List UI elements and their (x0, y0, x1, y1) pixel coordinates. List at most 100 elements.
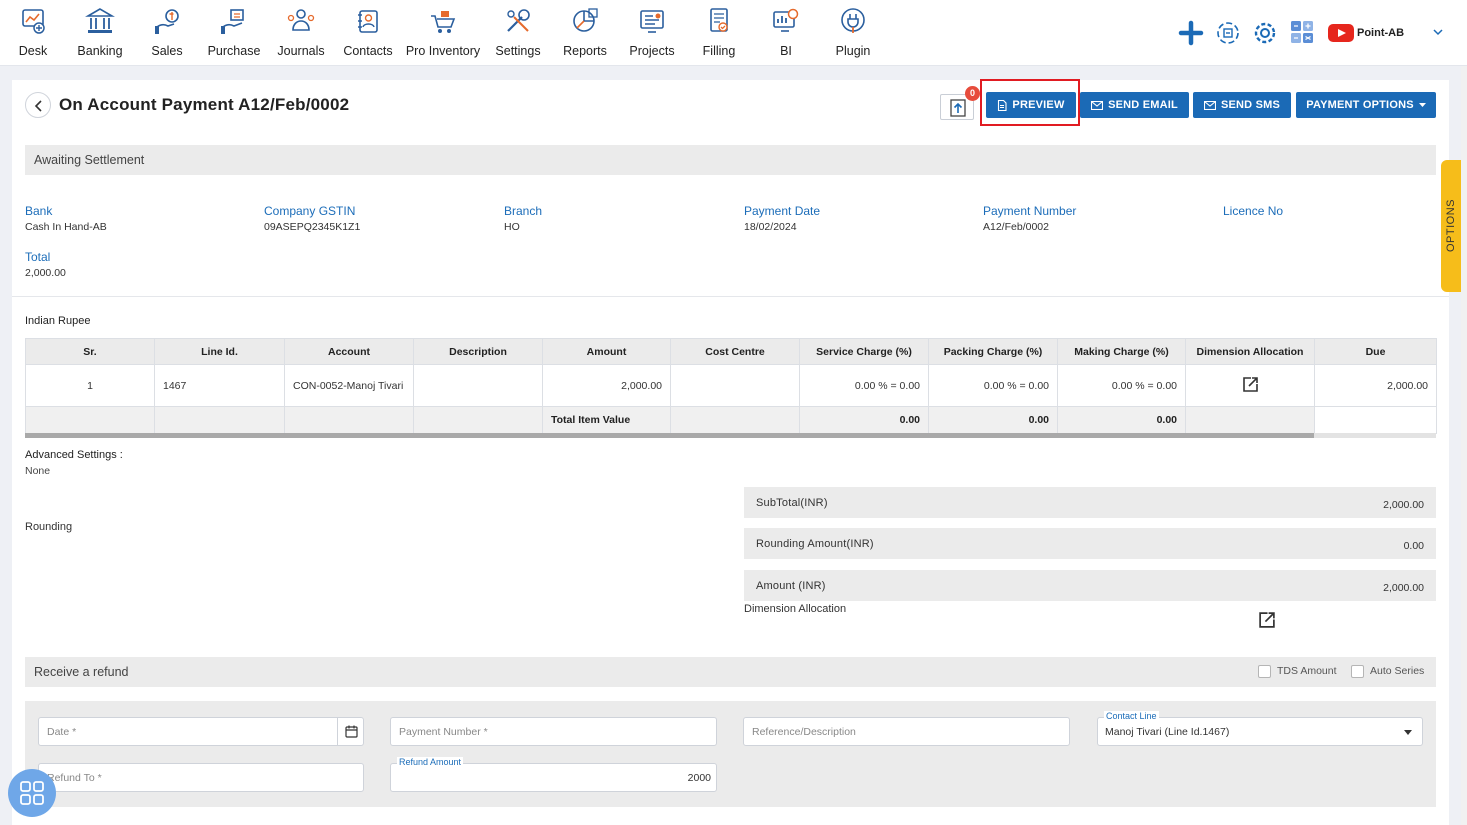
nav-bi[interactable]: BI (753, 6, 819, 62)
column-header: Dimension Allocation (1185, 338, 1315, 365)
nav-label: Desk (18, 44, 48, 58)
scroll-track (1314, 433, 1436, 438)
tds-amount-checkbox[interactable] (1258, 665, 1271, 678)
contact-line-value: Manoj Tivari (Line Id.1467) (1105, 726, 1230, 738)
payment-options-label: PAYMENT OPTIONS (1306, 99, 1414, 111)
nav-pro-inventory[interactable]: Pro Inventory (404, 6, 482, 62)
amount-label: Amount (INR) (756, 580, 826, 592)
send-sms-button[interactable]: SEND SMS (1193, 92, 1291, 118)
attachment-count-badge: 0 (965, 86, 980, 101)
quick-menu-button[interactable] (8, 769, 56, 817)
refund-to-input[interactable]: Refund To * (38, 763, 364, 792)
amount-value: 2,000.00 (1383, 582, 1424, 594)
settings-button[interactable] (1252, 20, 1278, 46)
nav-projects[interactable]: Projects (619, 6, 685, 62)
reference-description-input[interactable]: Reference/Description (743, 717, 1070, 746)
payment-date-label: Payment Date (744, 204, 821, 218)
cell-amount: 2,000.00 (542, 364, 671, 407)
apps-button[interactable] (1290, 20, 1316, 46)
add-new-button[interactable] (1178, 20, 1204, 46)
bi-icon (773, 8, 799, 32)
date-input[interactable]: Date * (38, 717, 338, 746)
gear-icon (1254, 22, 1276, 44)
table-footer-row: Total Item Value 0.00 0.00 0.00 (25, 406, 1437, 434)
dropdown-arrow-icon (1404, 730, 1412, 735)
cell-description (413, 364, 543, 407)
envelope-icon (1203, 100, 1216, 110)
projects-icon (640, 10, 664, 33)
sync-button[interactable] (1215, 20, 1241, 46)
subtotal-value: 2,000.00 (1383, 499, 1424, 511)
nav-contacts[interactable]: Contacts (335, 6, 401, 62)
table-horizontal-scrollbar[interactable] (25, 433, 1314, 438)
nav-plugin[interactable]: Plugin (820, 6, 886, 62)
calendar-button[interactable] (337, 717, 364, 746)
divider (12, 296, 1449, 297)
nav-label: Contacts (343, 44, 393, 58)
column-header: Description (413, 338, 543, 365)
sync-icon (1217, 22, 1239, 44)
column-header: Cost Centre (670, 338, 800, 365)
rounding-amount-row: Rounding Amount(INR) 0.00 (744, 528, 1436, 559)
date-placeholder: Date * (47, 726, 77, 738)
column-header: Service Charge (%) (799, 338, 929, 365)
contact-line-select[interactable]: Contact Line Manoj Tivari (Line Id.1467) (1097, 711, 1423, 746)
advanced-settings-label: Advanced Settings : (25, 449, 123, 461)
status-bar: Awaiting Settlement (25, 145, 1436, 175)
back-button[interactable] (25, 92, 51, 118)
nav-label: Plugin (835, 44, 871, 58)
branch-label: Branch (504, 204, 543, 218)
refund-amount-input[interactable]: Refund Amount 2000 (390, 757, 717, 792)
nav-sales[interactable]: Sales (134, 6, 200, 62)
nav-label: Journals (277, 44, 325, 58)
calendar-icon (345, 725, 358, 738)
organization-name[interactable]: Point-AB (1357, 27, 1404, 39)
payment-number-value: A12/Feb/0002 (983, 221, 1049, 233)
nav-desk[interactable]: Desk (0, 6, 66, 62)
nav-label: Sales (151, 44, 183, 58)
bank-label: Bank (25, 204, 53, 218)
nav-purchase[interactable]: Purchase (201, 6, 267, 62)
nav-label: Reports (563, 44, 607, 58)
total-value: 2,000.00 (25, 267, 66, 279)
nav-settings[interactable]: Settings (485, 6, 551, 62)
nav-reports[interactable]: Reports (552, 6, 618, 62)
column-header: Line Id. (154, 338, 285, 365)
settings-tools-icon (507, 9, 530, 32)
chevron-down-icon[interactable] (1432, 26, 1444, 38)
purchase-icon (221, 9, 244, 34)
refund-amount-value: 2000 (687, 772, 711, 784)
payment-number-placeholder: Payment Number * (399, 726, 488, 738)
contact-line-label: Contact Line (1104, 711, 1159, 721)
auto-series-checkbox[interactable] (1351, 665, 1364, 678)
youtube-icon[interactable] (1328, 24, 1354, 42)
inventory-icon (431, 11, 456, 33)
external-link-icon[interactable] (1258, 611, 1276, 629)
grid-icon (20, 781, 44, 805)
cell-packing-charge: 0.00 % = 0.00 (928, 364, 1058, 407)
refund-to-placeholder: Refund To * (47, 772, 102, 784)
payment-options-button[interactable]: PAYMENT OPTIONS (1296, 92, 1436, 118)
items-table: Sr. Line Id. Account Description Amount … (25, 338, 1437, 434)
subtotal-label: SubTotal(INR) (756, 497, 828, 509)
nav-journals[interactable]: Journals (268, 6, 334, 62)
external-link-icon[interactable] (1242, 376, 1259, 393)
nav-banking[interactable]: Banking (67, 6, 133, 62)
chevron-left-icon (34, 100, 42, 112)
rounding-amount-label: Rounding Amount(INR) (756, 538, 874, 550)
rounding-amount-value: 0.00 (1403, 540, 1424, 552)
refund-title: Receive a refund (34, 665, 129, 679)
options-tab[interactable]: OPTIONS (1441, 160, 1463, 292)
send-email-button[interactable]: SEND EMAIL (1080, 92, 1189, 118)
journals-icon (287, 9, 315, 31)
bank-value: Cash In Hand-AB (25, 221, 107, 233)
filling-icon (710, 8, 728, 32)
payment-number-input[interactable]: Payment Number * (390, 717, 717, 746)
nav-label: Settings (495, 44, 541, 58)
page-scrollbar[interactable] (1461, 66, 1467, 825)
table-row: 1 1467 CON-0052-Manoj Tivari 2,000.00 0.… (25, 364, 1437, 407)
gstin-label: Company GSTIN (264, 204, 356, 218)
send-email-label: SEND EMAIL (1108, 99, 1178, 111)
plugin-icon (841, 8, 865, 33)
nav-filling[interactable]: Filling (686, 6, 752, 62)
